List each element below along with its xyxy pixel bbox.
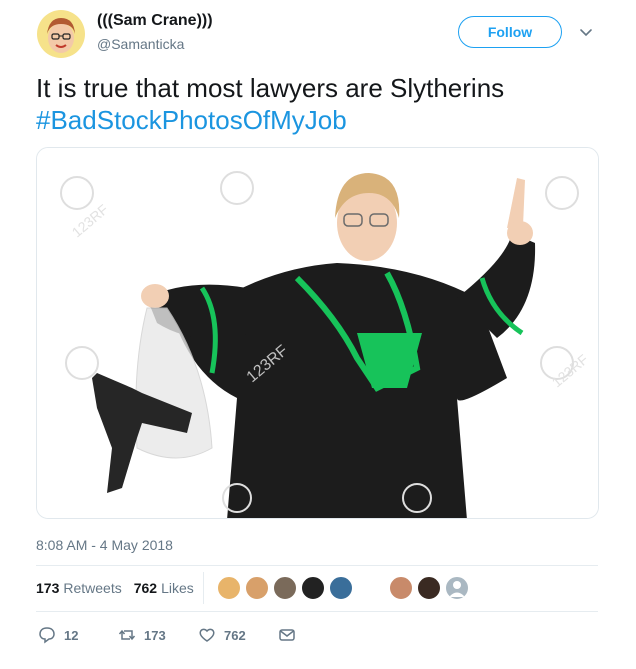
tweet-timestamp[interactable]: 8:08 AM - 4 May 2018 bbox=[36, 537, 173, 553]
liker-avatar[interactable] bbox=[244, 575, 270, 601]
liker-avatar[interactable] bbox=[216, 575, 242, 601]
tweet-text: It is true that most lawyers are Slyther… bbox=[36, 72, 504, 136]
like-button[interactable]: 762 bbox=[198, 626, 246, 644]
tweet-media-image[interactable]: 123RF 123RF 123RF bbox=[36, 147, 599, 519]
reply-icon bbox=[39, 627, 55, 644]
liker-avatar[interactable] bbox=[328, 575, 354, 601]
tweet-stats: 173 Retweets 762 Likes bbox=[36, 580, 194, 596]
liker-avatar[interactable] bbox=[416, 575, 442, 601]
retweet-icon bbox=[118, 629, 136, 641]
retweet-button[interactable]: 173 bbox=[118, 626, 166, 644]
follow-button[interactable]: Follow bbox=[458, 16, 562, 48]
tweet-body: It is true that most lawyers are Slyther… bbox=[36, 73, 505, 103]
liker-avatar-default[interactable] bbox=[444, 575, 470, 601]
reply-count: 12 bbox=[64, 627, 79, 643]
divider bbox=[36, 611, 598, 612]
likes-count[interactable]: 762 bbox=[134, 580, 157, 596]
liker-avatar[interactable] bbox=[272, 575, 298, 601]
liker-avatar[interactable] bbox=[388, 575, 414, 601]
display-name[interactable]: (((Sam Crane))) bbox=[97, 12, 213, 30]
like-count: 762 bbox=[224, 627, 246, 643]
envelope-icon bbox=[279, 629, 295, 641]
user-handle[interactable]: @Samanticka bbox=[97, 36, 184, 52]
lawyer-photo: 123RF 123RF 123RF bbox=[37, 148, 598, 518]
avatar[interactable] bbox=[37, 10, 85, 58]
heart-icon bbox=[199, 628, 215, 642]
direct-message-button[interactable] bbox=[278, 626, 296, 644]
stats-divider bbox=[203, 572, 204, 604]
divider bbox=[36, 565, 598, 566]
likes-label[interactable]: Likes bbox=[161, 580, 194, 596]
retweet-count: 173 bbox=[144, 627, 166, 643]
chevron-down-icon[interactable] bbox=[578, 24, 594, 40]
reply-button[interactable]: 12 bbox=[38, 626, 78, 644]
retweets-label[interactable]: Retweets bbox=[63, 580, 121, 596]
retweets-count[interactable]: 173 bbox=[36, 580, 59, 596]
default-user-icon bbox=[449, 581, 465, 597]
avatar-image bbox=[37, 10, 85, 58]
liker-avatar[interactable] bbox=[300, 575, 326, 601]
hashtag-link[interactable]: #BadStockPhotosOfMyJob bbox=[36, 104, 504, 136]
